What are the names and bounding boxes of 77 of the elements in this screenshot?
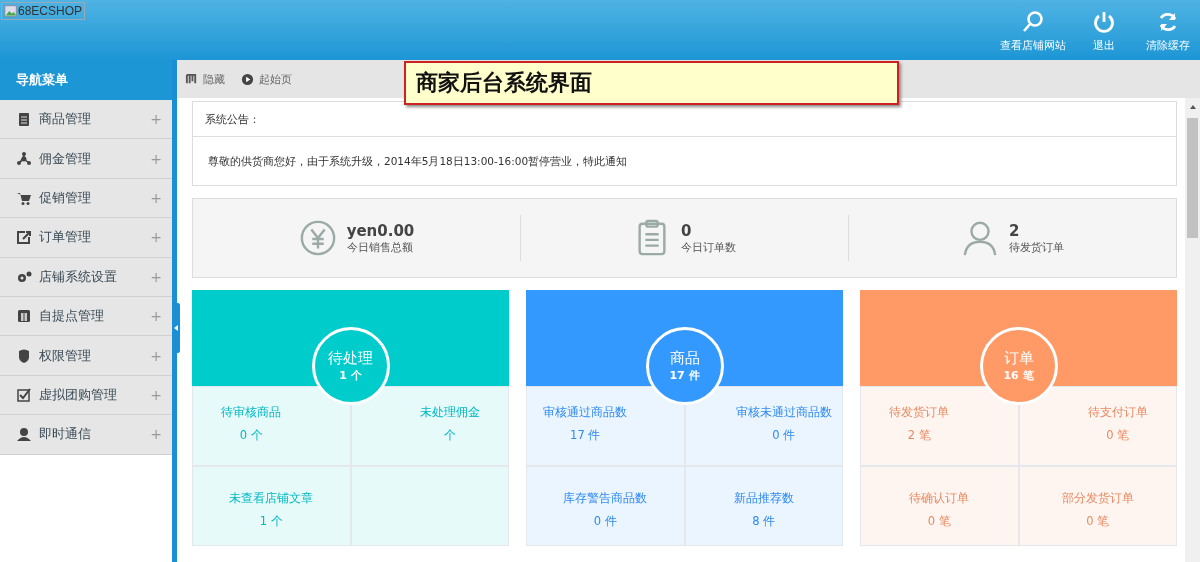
cell-value: 1 个 [259, 514, 283, 529]
cell-value: 8 件 [752, 514, 776, 529]
stat-value: 2 [1009, 221, 1021, 240]
card-title: 商品 [669, 349, 700, 368]
cell-label[interactable]: 审核通过商品数 [543, 405, 628, 420]
cell-label[interactable]: 新品推荐数 [733, 491, 794, 506]
stat-label: 今日订单数 [681, 239, 736, 255]
expand-toggle[interactable]: + [150, 426, 162, 443]
user-icon [16, 426, 32, 443]
sidebar-item[interactable]: 自提点管理 + [0, 296, 172, 337]
caption-banner: 商家后台系统界面 [404, 61, 899, 105]
card-title: 订单 [1003, 349, 1034, 368]
expand-toggle[interactable]: + [150, 229, 162, 246]
cell-label[interactable]: 库存警告商品数 [563, 491, 648, 506]
cell-label[interactable]: 待发货订单 [889, 405, 950, 420]
stat-label: 今日销售总额 [346, 239, 414, 255]
cell-value: 0 笔 [1086, 514, 1110, 529]
yen-coin-icon [298, 219, 337, 257]
cell-label[interactable]: 待支付订单 [1087, 405, 1148, 420]
cell-value: 17 件 [570, 428, 601, 443]
card-count: 16 笔 [1003, 368, 1034, 383]
stat-label: 待发货订单 [1009, 239, 1064, 255]
header-action-button[interactable]: 清除缓存 [1136, 10, 1200, 53]
cell-value: 0 件 [772, 428, 796, 443]
search-icon [1021, 10, 1045, 34]
header-action-button[interactable]: 退出 [1072, 10, 1136, 53]
cell-label[interactable]: 审核未通过商品数 [735, 405, 832, 420]
sidebar-item[interactable]: 订单管理 + [0, 218, 172, 258]
toolbar-button[interactable]: 隐藏 [185, 71, 225, 87]
toolbar-button[interactable]: 起始页 [241, 71, 292, 87]
sidebar-item[interactable]: 佣金管理 + [0, 139, 172, 179]
cell-label[interactable]: 待审核商品 [221, 405, 282, 420]
power-icon [1092, 10, 1116, 34]
expand-toggle[interactable]: + [150, 308, 162, 325]
sidebar-item[interactable]: 权限管理 + [0, 336, 172, 376]
card-count: 1 个 [339, 368, 362, 383]
sidebar-title: 导航菜单 [0, 60, 172, 100]
stat-value: yen0.00 [346, 221, 415, 240]
expand-toggle[interactable]: + [150, 150, 162, 167]
sidebar-item[interactable]: 即时通信 + [0, 415, 172, 455]
cell-value: 0 笔 [927, 514, 951, 529]
cell-label[interactable]: 未处理佣金 [419, 405, 480, 420]
cell-label[interactable]: 未查看店铺文章 [229, 491, 314, 506]
sidebar-item[interactable]: 促销管理 + [0, 178, 172, 219]
notice-title: 系统公告： [193, 102, 1176, 137]
expand-toggle[interactable]: + [150, 189, 162, 206]
expand-toggle[interactable]: + [150, 268, 162, 285]
sidebar-item[interactable]: 商品管理 + [0, 100, 172, 140]
card-title: 待处理 [328, 349, 373, 368]
play-icon [241, 72, 254, 86]
expand-toggle[interactable]: + [150, 111, 162, 128]
cell-value: 0 件 [593, 514, 617, 529]
check-icon [16, 386, 32, 403]
scroll-up-icon[interactable] [1188, 104, 1197, 110]
cell-label[interactable]: 部分发货订单 [1061, 491, 1134, 506]
header-action-button[interactable]: 查看店铺网站 [994, 10, 1072, 53]
stat-value: 0 [681, 221, 693, 240]
scroll-thumb[interactable] [1187, 118, 1198, 238]
sidebar-item[interactable]: 店铺系统设置 + [0, 257, 172, 297]
shield-icon [16, 347, 32, 364]
notice-text: 尊敬的供货商您好，由于系统升级，2014年5月18日13:00-16:00暂停营业，特此通知 [207, 154, 629, 169]
cell-value: 个 [443, 428, 456, 443]
network-icon [16, 150, 32, 167]
user-icon [961, 219, 999, 257]
cell-value: 0 笔 [1106, 428, 1130, 443]
notepad-icon [16, 111, 32, 128]
export-icon [16, 229, 32, 246]
broken-logo-image: 68ECSHOP [1, 2, 86, 20]
expand-toggle[interactable]: + [150, 386, 162, 403]
expand-toggle[interactable]: + [150, 347, 162, 364]
cell-label[interactable]: 待确认订单 [909, 491, 970, 506]
cell-value: 0 个 [239, 428, 263, 443]
sidebar-item[interactable]: 虚拟团购管理 + [0, 375, 172, 416]
scrollbar[interactable] [1185, 98, 1200, 562]
cell-value: 2 笔 [907, 428, 931, 443]
card-count: 17 件 [669, 368, 700, 383]
columns-icon [185, 72, 198, 86]
